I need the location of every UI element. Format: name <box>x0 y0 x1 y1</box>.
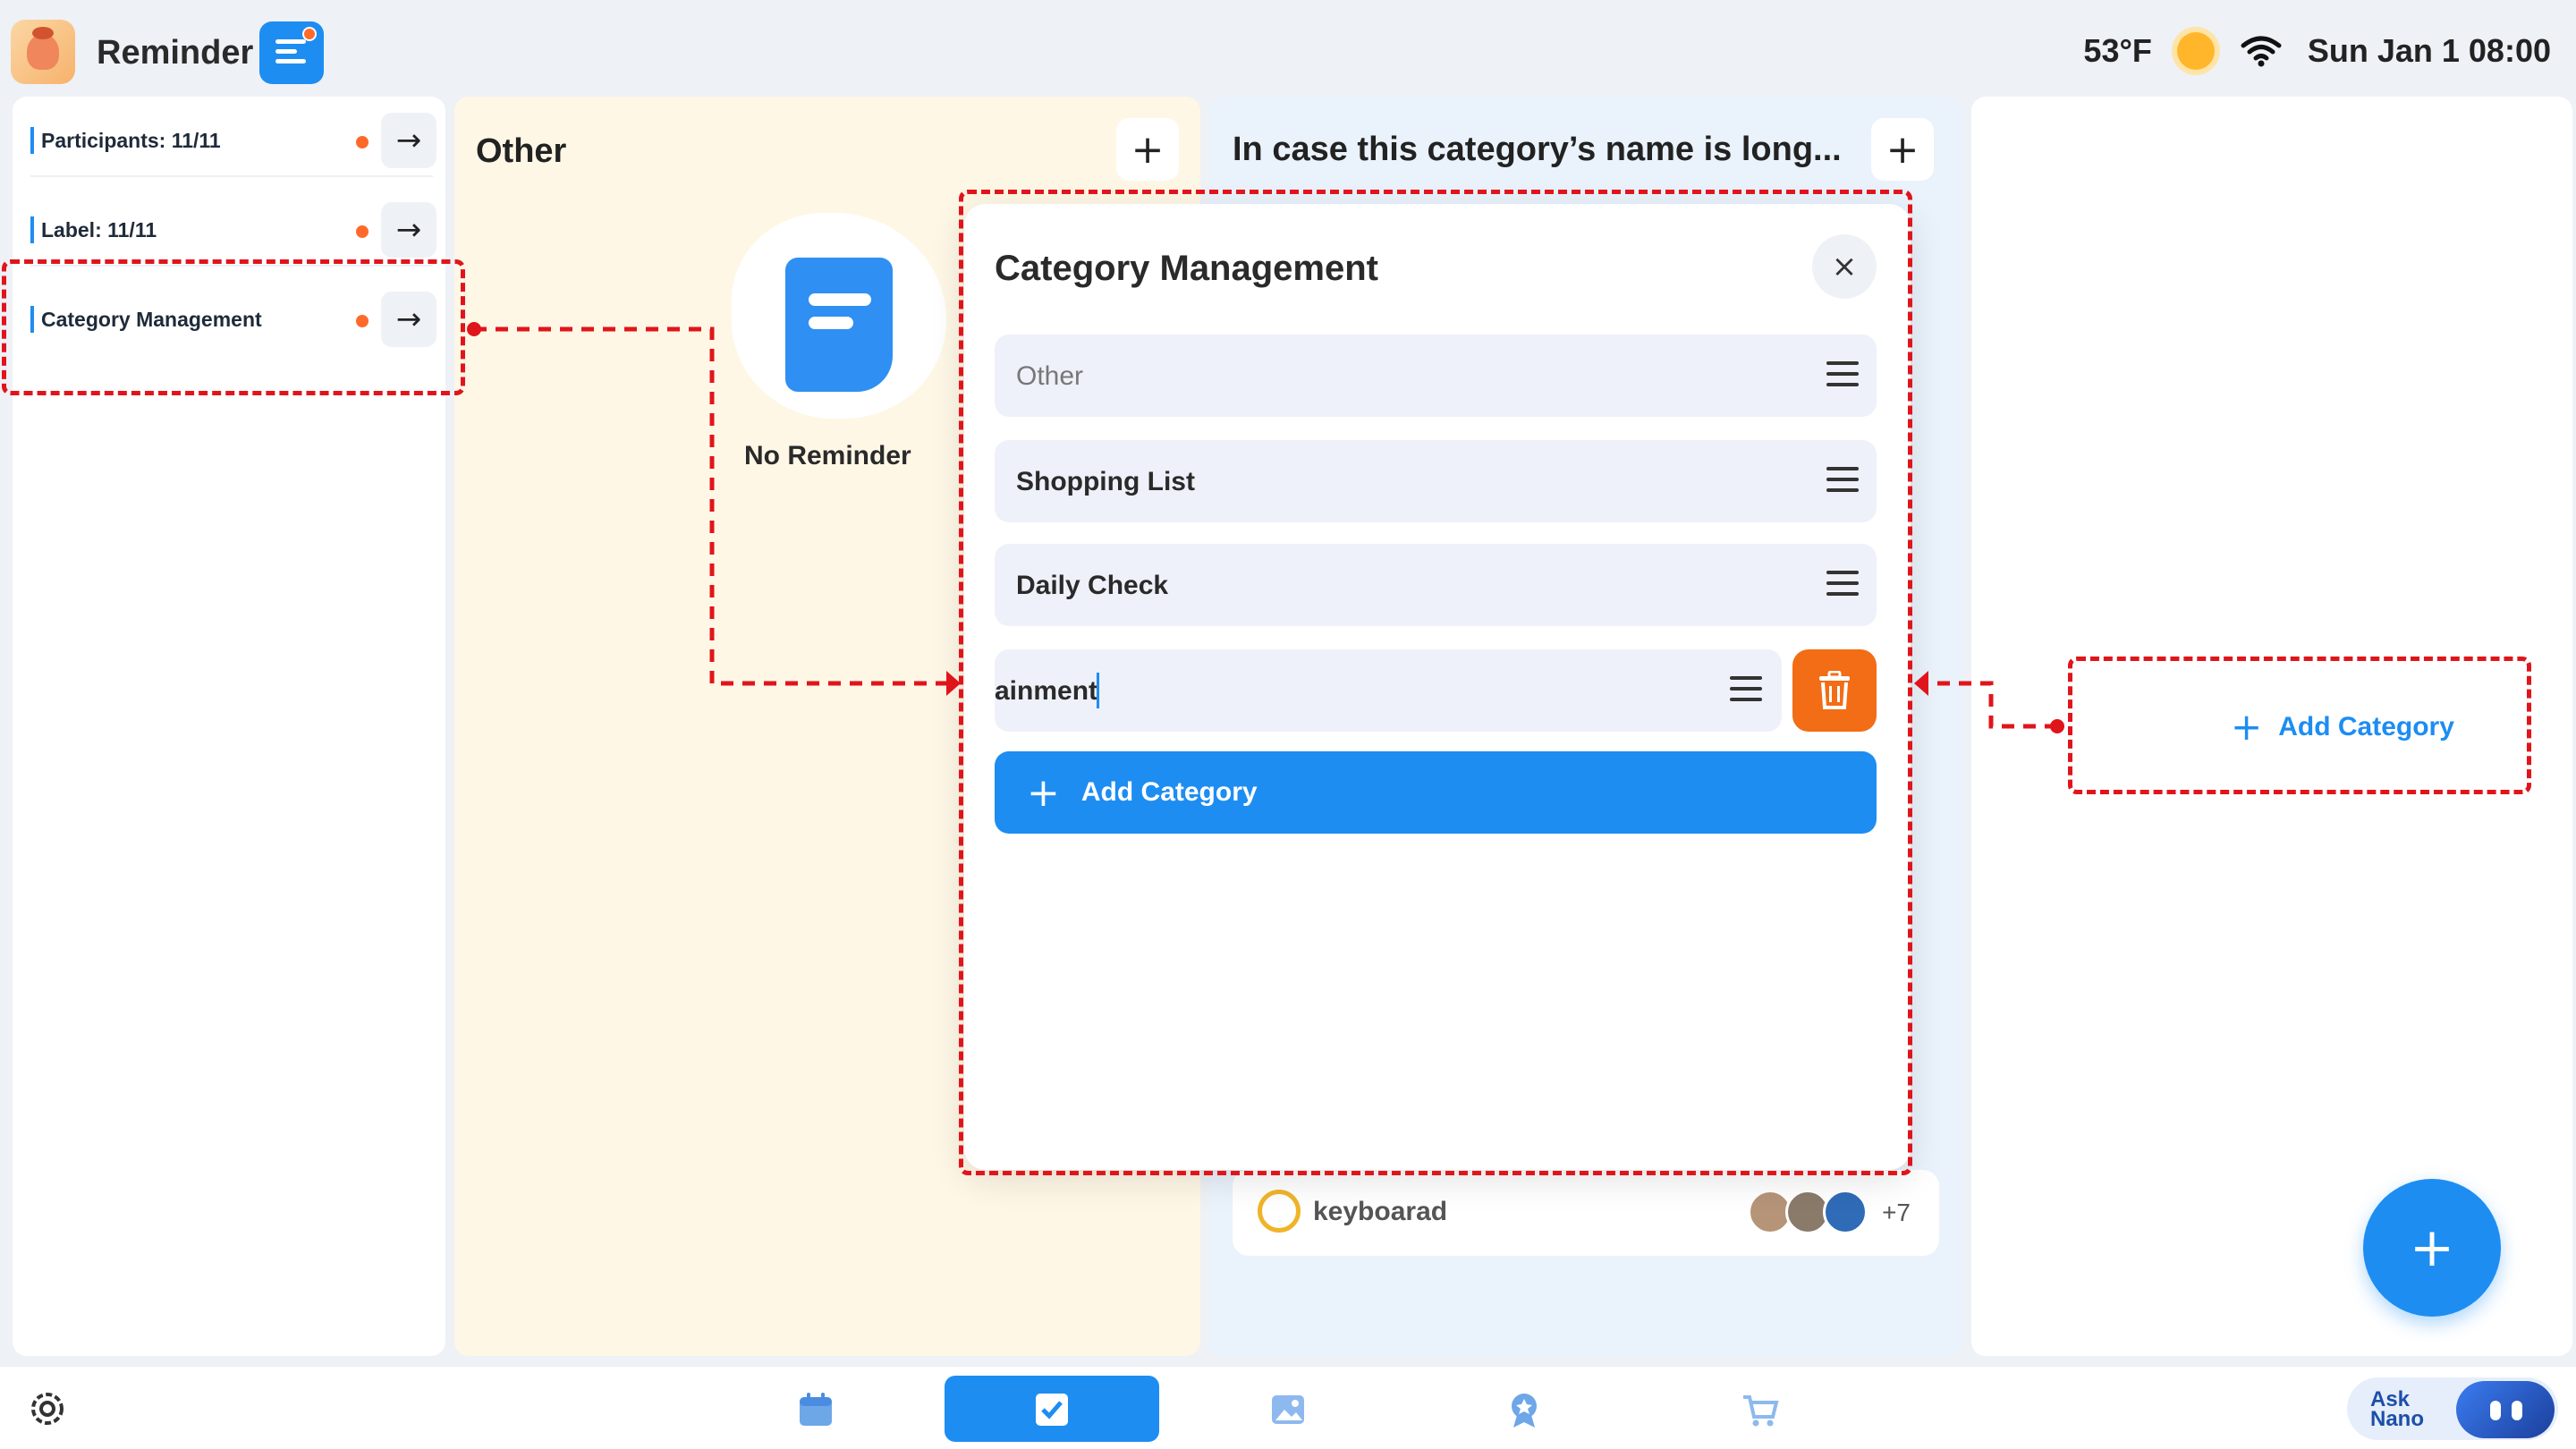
calendar-icon[interactable] <box>791 1385 841 1435</box>
cart-icon[interactable] <box>1735 1385 1785 1435</box>
badge-icon[interactable] <box>1499 1385 1549 1435</box>
ask-nano-button[interactable]: Ask Nano <box>2347 1377 2558 1440</box>
bottom-navigation: Ask Nano <box>0 1367 2576 1449</box>
checkbox-icon[interactable] <box>1027 1385 1077 1435</box>
annotation-connectors <box>467 322 2064 733</box>
settings-gear-icon[interactable] <box>27 1388 68 1429</box>
image-icon[interactable] <box>1263 1385 1313 1435</box>
ask-nano-label: Ask Nano <box>2370 1387 2424 1431</box>
assistant-bot-icon <box>2456 1381 2555 1438</box>
